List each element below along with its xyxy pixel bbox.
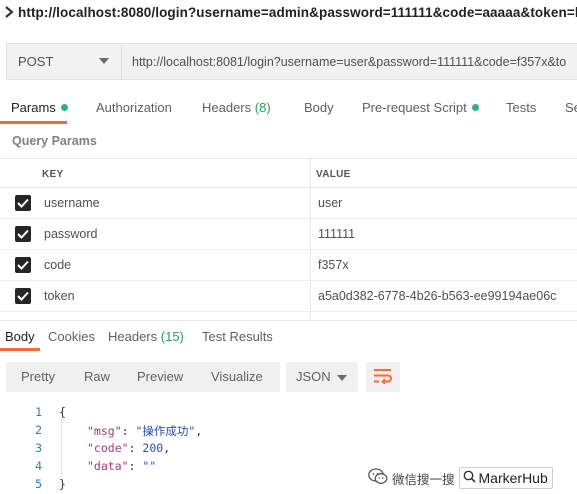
response-headers-label: Headers	[108, 329, 158, 344]
request-tabs: Params Authorization Headers (8) Body Pr…	[0, 94, 577, 124]
method-dropdown[interactable]: POST	[6, 43, 122, 80]
tab-headers[interactable]: Headers (8)	[202, 100, 271, 115]
chevron-right-icon[interactable]	[4, 4, 14, 20]
response-tab-cookies[interactable]: Cookies	[48, 329, 95, 344]
language-label: JSON	[296, 369, 331, 384]
format-pretty[interactable]: Pretty	[21, 369, 55, 384]
watermark: 微信搜一搜 MarkerHub	[368, 466, 574, 490]
method-label: POST	[18, 54, 54, 69]
watermark-brand: MarkerHub	[478, 470, 548, 486]
watermark-brand-box: MarkerHub	[458, 467, 553, 489]
tab-settings[interactable]: Se	[565, 100, 577, 115]
wechat-icon	[368, 468, 388, 488]
tab-headers-label: Headers	[202, 100, 252, 115]
language-dropdown[interactable]: JSON	[286, 362, 358, 392]
line-number: 1	[35, 405, 42, 419]
response-tab-headers[interactable]: Headers (15)	[108, 329, 184, 344]
param-key[interactable]: password	[44, 227, 98, 241]
format-selector: Pretty Raw Preview Visualize	[6, 362, 280, 392]
wrap-lines-icon	[373, 368, 393, 387]
param-value[interactable]: 111111	[318, 227, 355, 241]
row-checkbox[interactable]	[15, 226, 31, 242]
watermark-text: 微信搜一搜	[392, 472, 455, 487]
response-active-indicator	[0, 348, 40, 351]
table-row: code f357x	[0, 250, 577, 281]
request-title-text: http://localhost:8080/login?username=adm…	[18, 4, 577, 20]
json-key-code: "code"	[87, 441, 129, 455]
param-key[interactable]: username	[44, 196, 100, 210]
json-close-brace: }	[59, 477, 66, 491]
query-params-title: Query Params	[12, 134, 97, 148]
table-row: password 111111	[0, 219, 577, 250]
tab-params[interactable]: Params	[11, 100, 68, 115]
caret-down-icon	[99, 58, 109, 64]
json-line-data: "data": ""	[87, 459, 157, 473]
tab-pre-request-script[interactable]: Pre-request Script	[362, 100, 479, 115]
active-tab-indicator	[0, 121, 67, 124]
row-checkbox[interactable]	[15, 257, 31, 273]
param-key[interactable]: token	[44, 289, 75, 303]
url-input[interactable]: http://localhost:8081/login?username=use…	[122, 43, 577, 80]
table-row: username user	[0, 188, 577, 219]
param-value[interactable]: a5a0d382-6778-4b26-b563-ee99194ae06c	[318, 289, 556, 303]
tab-pre-request-label: Pre-request Script	[362, 100, 467, 115]
tab-params-label: Params	[11, 100, 56, 115]
json-value-code: 200	[142, 441, 164, 455]
line-number: 4	[35, 459, 42, 473]
column-divider	[310, 158, 311, 320]
json-line-code: "code": 200,	[87, 441, 171, 455]
tab-body[interactable]: Body	[304, 100, 334, 115]
table-row: token a5a0d382-6778-4b26-b563-ee99194ae0…	[0, 281, 577, 312]
headers-count: (8)	[254, 100, 271, 115]
response-tab-test-results[interactable]: Test Results	[202, 329, 273, 344]
json-value-data: ""	[142, 459, 157, 473]
column-key: KEY	[42, 169, 64, 180]
json-key-msg: "msg"	[87, 424, 122, 438]
line-number: 3	[35, 441, 42, 455]
json-value-msg: "操作成功"	[135, 424, 196, 438]
row-checkbox[interactable]	[15, 195, 31, 211]
row-checkbox[interactable]	[15, 288, 31, 304]
table-header: KEY VALUE	[0, 158, 577, 188]
json-line-msg: "msg": "操作成功",	[87, 424, 203, 438]
indent-guide	[61, 419, 62, 477]
response-tab-body[interactable]: Body	[5, 329, 35, 344]
column-value: VALUE	[316, 169, 351, 180]
param-value[interactable]: user	[318, 196, 342, 210]
line-number: 2	[35, 423, 42, 437]
tab-authorization[interactable]: Authorization	[96, 100, 172, 115]
request-tab-title[interactable]: http://localhost:8080/login?username=adm…	[0, 0, 577, 24]
json-key-data: "data"	[87, 459, 129, 473]
url-value: http://localhost:8081/login?username=use…	[132, 54, 567, 69]
response-headers-count: (15)	[160, 329, 184, 344]
format-raw[interactable]: Raw	[84, 369, 110, 384]
pre-request-status-dot	[471, 104, 479, 111]
line-number: 5	[35, 477, 42, 491]
response-divider	[0, 320, 577, 321]
params-status-dot	[60, 104, 68, 111]
json-open-brace: {	[59, 405, 66, 419]
wrap-lines-button[interactable]	[366, 362, 400, 392]
param-key[interactable]: code	[44, 258, 71, 272]
param-value[interactable]: f357x	[318, 258, 349, 272]
format-visualize[interactable]: Visualize	[211, 369, 263, 384]
tab-tests[interactable]: Tests	[506, 100, 536, 115]
search-icon	[463, 470, 476, 486]
caret-down-icon	[337, 375, 347, 381]
format-preview[interactable]: Preview	[137, 369, 183, 384]
